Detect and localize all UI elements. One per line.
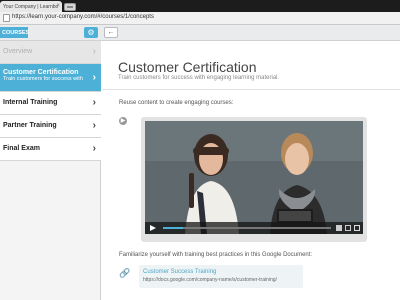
- new-tab-button[interactable]: [64, 3, 76, 11]
- url-text[interactable]: https://learn.your-company.com/#/courses…: [12, 14, 154, 20]
- reuse-content-text: Reuse content to create engaging courses…: [119, 100, 234, 106]
- sidebar-item-label: Customer Certification: [3, 69, 79, 76]
- chevron-right-icon: ›: [92, 120, 96, 131]
- video-frame-image: [145, 121, 363, 234]
- divider: [102, 89, 400, 90]
- link-icon: 🔗: [119, 268, 131, 278]
- video-progress-bar[interactable]: [163, 227, 331, 229]
- chevron-right-icon: ›: [92, 46, 96, 57]
- browser-tab[interactable]: Your Company | Learnbo ×: [0, 1, 62, 12]
- chevron-right-icon: ›: [92, 97, 96, 108]
- arrow-left-icon[interactable]: ←: [104, 27, 118, 38]
- courses-button[interactable]: COURSES: [0, 27, 29, 38]
- video-block: [141, 117, 367, 242]
- address-bar[interactable]: https://learn.your-company.com/#/courses…: [0, 12, 400, 25]
- video-progress-fill: [163, 227, 184, 229]
- volume-icon[interactable]: [336, 225, 342, 231]
- app-toolbar: COURSES ⚙ ←: [0, 25, 400, 41]
- link-title[interactable]: Customer Success Training: [143, 269, 303, 275]
- main-content: Customer Certification Train customers f…: [102, 41, 400, 300]
- close-icon[interactable]: ×: [56, 3, 60, 9]
- browser-tab-bar: Your Company | Learnbo ×: [0, 0, 400, 12]
- video-controls: [145, 222, 363, 234]
- link-card[interactable]: Customer Success Training https://docs.g…: [139, 265, 303, 288]
- fullscreen-icon[interactable]: [354, 225, 360, 231]
- sidebar-item-sublabel: Train customers for success with: [3, 76, 83, 82]
- chevron-right-icon: ›: [92, 143, 96, 154]
- page-subtitle: Train customers for success with engagin…: [118, 75, 280, 81]
- sidebar-item-internal-training[interactable]: Internal Training ›: [0, 92, 101, 115]
- video-player[interactable]: [145, 121, 363, 234]
- play-icon[interactable]: [150, 225, 156, 231]
- browser-tab-title: Your Company | Learnbo: [3, 4, 59, 10]
- video-icon: ▶: [119, 117, 127, 125]
- link-url[interactable]: https://docs.google.com/company-name/s/c…: [143, 277, 303, 283]
- chevron-right-icon: ›: [92, 72, 96, 83]
- page-title: Customer Certification: [118, 59, 257, 75]
- page-icon: [3, 14, 10, 22]
- sidebar-item-label: Overview: [3, 48, 33, 55]
- sidebar-item-final-exam[interactable]: Final Exam ›: [0, 138, 101, 161]
- familiarize-text: Familiarize yourself with training best …: [119, 252, 313, 258]
- sidebar-item-customer-certification[interactable]: Customer Certification Train customers f…: [0, 64, 101, 92]
- sidebar: Overview › Customer Certification Train …: [0, 41, 101, 300]
- sidebar-item-label: Internal Training: [3, 99, 58, 106]
- sidebar-item-partner-training[interactable]: Partner Training ›: [0, 115, 101, 138]
- captions-icon[interactable]: [345, 225, 351, 231]
- sidebar-item-label: Final Exam: [3, 145, 40, 152]
- sidebar-item-label: Partner Training: [3, 122, 57, 129]
- sidebar-item-overview[interactable]: Overview ›: [0, 41, 101, 64]
- gear-icon[interactable]: ⚙: [84, 27, 98, 38]
